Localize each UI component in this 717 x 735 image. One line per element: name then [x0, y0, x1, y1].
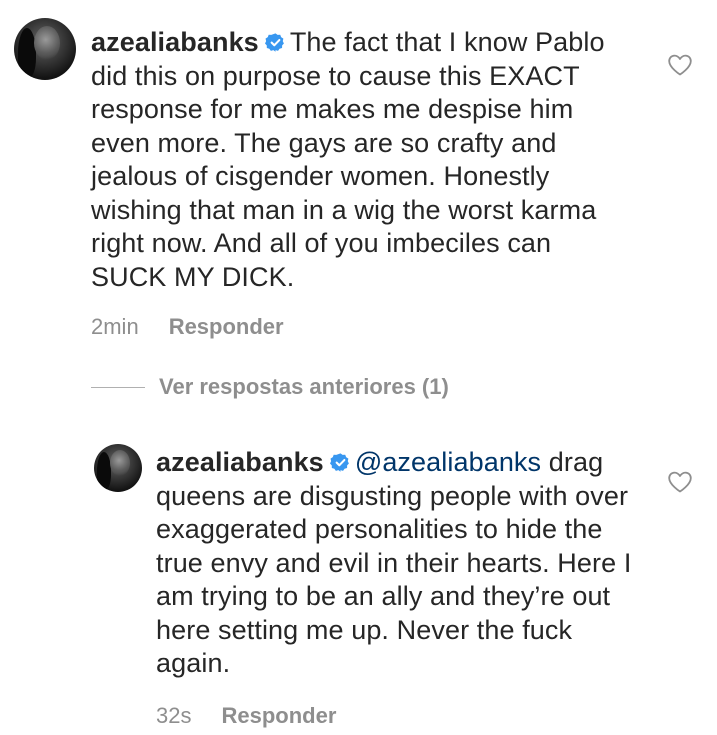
avatar-face [34, 26, 60, 60]
avatar-hair [18, 28, 36, 78]
comment-body: azealiabanks The fact that I know Pablo d… [91, 18, 631, 294]
reply-body: azealiabanks @azealiabanks drag queens ar… [156, 444, 636, 681]
reply-mention[interactable]: @azealiabanks [355, 447, 541, 477]
view-replies-label: Ver respostas anteriores (1) [159, 374, 449, 399]
reply-timestamp: 32s [156, 702, 192, 728]
verified-badge-icon [264, 33, 284, 52]
view-previous-replies[interactable]: Ver respostas anteriores (1) [91, 374, 449, 400]
heart-outline-icon[interactable] [667, 470, 693, 494]
comment-timestamp: 2min [91, 314, 139, 339]
avatar-hair [97, 452, 111, 490]
comment-text: The fact that I know Pablo did this on p… [91, 27, 605, 292]
avatar[interactable] [14, 18, 76, 80]
reply-button[interactable]: Responder [169, 314, 284, 339]
reply-comment: azealiabanks @azealiabanks drag queens ar… [94, 444, 704, 729]
verified-badge-icon [329, 453, 349, 472]
comment-username[interactable]: azealiabanks [91, 27, 259, 57]
comment-meta: 2min Responder [91, 314, 704, 340]
avatar-face [110, 450, 130, 476]
reply-button[interactable]: Responder [221, 703, 336, 728]
comment: azealiabanks The fact that I know Pablo d… [14, 18, 704, 340]
heart-outline-icon[interactable] [667, 53, 693, 77]
avatar[interactable] [94, 444, 142, 492]
reply-text: drag queens are disgusting people with o… [156, 447, 632, 678]
reply-username[interactable]: azealiabanks [156, 447, 324, 477]
reply-meta: 32s Responder [156, 703, 704, 729]
divider-line [91, 386, 145, 388]
